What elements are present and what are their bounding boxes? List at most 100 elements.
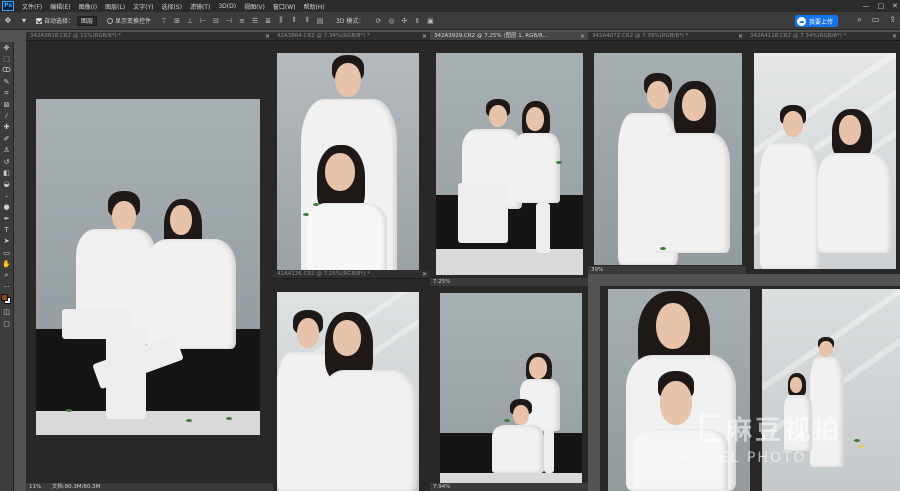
menu-view[interactable]: 视图(V) <box>240 2 269 11</box>
menu-window[interactable]: 窗口(W) <box>269 2 300 11</box>
align-vcenter-icon[interactable]: ⊞ <box>173 17 181 25</box>
document-canvas[interactable] <box>273 41 430 274</box>
3d-roll-icon[interactable]: ◎ <box>387 17 395 25</box>
document-canvas[interactable] <box>26 41 273 491</box>
3d-pan-icon[interactable]: ✣ <box>400 17 408 25</box>
document-tab[interactable]: 42A4126.CR2 @ 7.25%(RGB/8*) * ✕ <box>273 270 430 279</box>
more-tools-icon[interactable]: ··· <box>0 281 13 292</box>
lasso-tool-icon[interactable]: ↀ <box>0 65 13 76</box>
show-transform-checkbox[interactable] <box>107 17 114 24</box>
marquee-tool-icon[interactable]: ⬚ <box>0 53 13 64</box>
workspace-icon[interactable]: ▭ <box>872 15 880 25</box>
align-right-icon[interactable]: ⊣ <box>225 17 233 25</box>
document-tab-title: 342A4118.CR2 @ 7.34%(RGB/8*) * <box>750 33 847 39</box>
zoom-level[interactable]: 7.25% <box>433 279 450 285</box>
pen-tool-icon[interactable]: ✒ <box>0 213 13 224</box>
document-tab-title: 42A3864.CR2 @ 7.34%(RGB/8*) * <box>277 33 370 39</box>
document-tab[interactable]: 42A3864.CR2 @ 7.34%(RGB/8*) * ✕ <box>273 32 430 41</box>
document-window: 342A3929.CR2 @ 7.25% (图层 1, RGB/8... ✕ 7.… <box>430 32 588 286</box>
close-icon[interactable]: ✕ <box>892 32 897 40</box>
distribute-top-icon[interactable]: ≡ <box>238 17 246 25</box>
clone-stamp-tool-icon[interactable]: ♙ <box>0 145 13 156</box>
hand-tool-icon[interactable]: ✋ <box>0 258 13 269</box>
distribute-vcenter-icon[interactable]: ☰ <box>251 17 259 25</box>
document-tab[interactable]: 342A4118.CR2 @ 7.34%(RGB/8*) * ✕ <box>746 32 900 41</box>
share-icon[interactable]: ⇪ <box>889 15 896 25</box>
document-window: 7.94% <box>430 286 588 491</box>
align-hcenter-icon[interactable]: ⊟ <box>212 17 220 25</box>
maximize-icon[interactable]: □ <box>878 2 885 10</box>
type-tool-icon[interactable]: T <box>0 224 13 235</box>
watermark-logo-icon <box>700 414 720 442</box>
distribute-left-icon[interactable]: ⫼ <box>277 16 285 25</box>
close-icon[interactable]: ✕ <box>580 32 585 40</box>
document-canvas[interactable] <box>273 279 430 491</box>
auto-select-dropdown[interactable]: 图层 <box>77 15 98 26</box>
crop-tool-icon[interactable]: ⌗ <box>0 88 13 99</box>
document-tab[interactable]: 342A4072.CR2 @ 7.39%(RGB/8*) * ✕ <box>588 32 746 41</box>
brush-tool-icon[interactable]: ✐ <box>0 133 13 144</box>
screen-mode-icon[interactable]: ▢ <box>0 318 13 329</box>
healing-brush-tool-icon[interactable]: ✚ <box>0 122 13 133</box>
move-tool-icon[interactable]: ✥ <box>3 16 13 26</box>
menu-image[interactable]: 图像(I) <box>75 2 101 11</box>
zoom-tool-icon[interactable]: ⌕ <box>0 270 13 281</box>
3d-scale-icon[interactable]: ▣ <box>426 17 434 25</box>
frame-tool-icon[interactable]: ⊠ <box>0 99 13 110</box>
menu-3d[interactable]: 3D(D) <box>214 3 240 10</box>
align-bottom-icon[interactable]: ⊥ <box>186 17 194 25</box>
close-icon[interactable]: ✕ <box>265 32 270 40</box>
distribute-right-icon[interactable]: ⫴ <box>303 16 311 25</box>
menu-bar: Ps 文件(F) 编辑(E) 图像(I) 图层(L) 文字(Y) 选择(S) 滤… <box>0 0 900 12</box>
dodge-tool-icon[interactable]: ● <box>0 201 13 212</box>
menu-file[interactable]: 文件(F) <box>18 2 46 11</box>
3d-slide-icon[interactable]: ⇕ <box>413 17 421 25</box>
close-icon[interactable]: ✕ <box>738 32 743 40</box>
quick-select-tool-icon[interactable]: ✎ <box>0 76 13 87</box>
document-canvas[interactable] <box>430 286 588 491</box>
close-icon[interactable]: ✕ <box>422 32 427 40</box>
document-canvas[interactable] <box>588 41 746 274</box>
document-canvas[interactable] <box>430 41 588 286</box>
quick-mask-icon[interactable]: ◫ <box>0 307 13 318</box>
rectangle-tool-icon[interactable]: ▭ <box>0 247 13 258</box>
options-right: ⌕ ▭ ⇪ <box>857 15 896 25</box>
chevron-down-icon[interactable]: ▾ <box>19 16 29 26</box>
close-icon[interactable]: ✕ <box>422 270 427 278</box>
path-select-tool-icon[interactable]: ➤ <box>0 236 13 247</box>
align-left-icon[interactable]: ⊢ <box>199 17 207 25</box>
zoom-level[interactable]: 39% <box>591 267 603 273</box>
document-tab[interactable]: 342A3929.CR2 @ 7.25% (图层 1, RGB/8... ✕ <box>430 32 588 41</box>
menu-layer[interactable]: 图层(L) <box>101 2 129 11</box>
distribute-bottom-icon[interactable]: ≣ <box>264 17 272 25</box>
menu-select[interactable]: 选择(S) <box>157 2 186 11</box>
foreground-color-swatch[interactable] <box>1 293 8 301</box>
menu-filter[interactable]: 滤镜(T) <box>186 2 214 11</box>
align-top-icon[interactable]: ⊤ <box>160 17 168 25</box>
move-tool-icon[interactable]: ✥ <box>0 42 13 53</box>
cloud-icon: ☁ <box>796 16 806 26</box>
eraser-tool-icon[interactable]: ◧ <box>0 167 13 178</box>
auto-align-icon[interactable]: ▤ <box>316 17 324 25</box>
minimize-icon[interactable]: — <box>863 2 870 10</box>
document-canvas[interactable] <box>746 41 900 274</box>
zoom-level[interactable]: 7.94% <box>433 484 450 490</box>
color-swatches[interactable] <box>0 293 13 307</box>
menu-edit[interactable]: 编辑(E) <box>46 2 74 11</box>
distribute-hcenter-icon[interactable]: ⦀ <box>290 16 298 25</box>
paint-bucket-tool-icon[interactable]: ◒ <box>0 179 13 190</box>
document-tab[interactable]: 342A3818.CR2 @ 11%(RGB/8*) * ✕ <box>26 32 273 41</box>
close-icon[interactable]: ✕ <box>892 2 898 10</box>
search-icon[interactable]: ⌕ <box>857 15 861 25</box>
status-bar: 7.25% <box>430 278 588 286</box>
menu-help[interactable]: 帮助(H) <box>300 2 329 11</box>
zoom-level[interactable]: 11% <box>29 484 41 490</box>
menu-type[interactable]: 文字(Y) <box>129 2 157 11</box>
cloud-upload-button[interactable]: ☁ 我要上传 <box>794 15 838 27</box>
auto-select-checkbox[interactable] <box>36 17 42 24</box>
blur-tool-icon[interactable]: 💧︎ <box>0 190 13 201</box>
eyedropper-tool-icon[interactable]: ⁄ <box>0 110 13 121</box>
align-buttons: ⊤ ⊞ ⊥ ⊢ ⊟ ⊣ ≡ ☰ ≣ ⫼ ⦀ ⫴ ▤ <box>160 16 324 25</box>
3d-rotate-icon[interactable]: ⟳ <box>374 17 382 25</box>
history-brush-tool-icon[interactable]: ↺ <box>0 156 13 167</box>
